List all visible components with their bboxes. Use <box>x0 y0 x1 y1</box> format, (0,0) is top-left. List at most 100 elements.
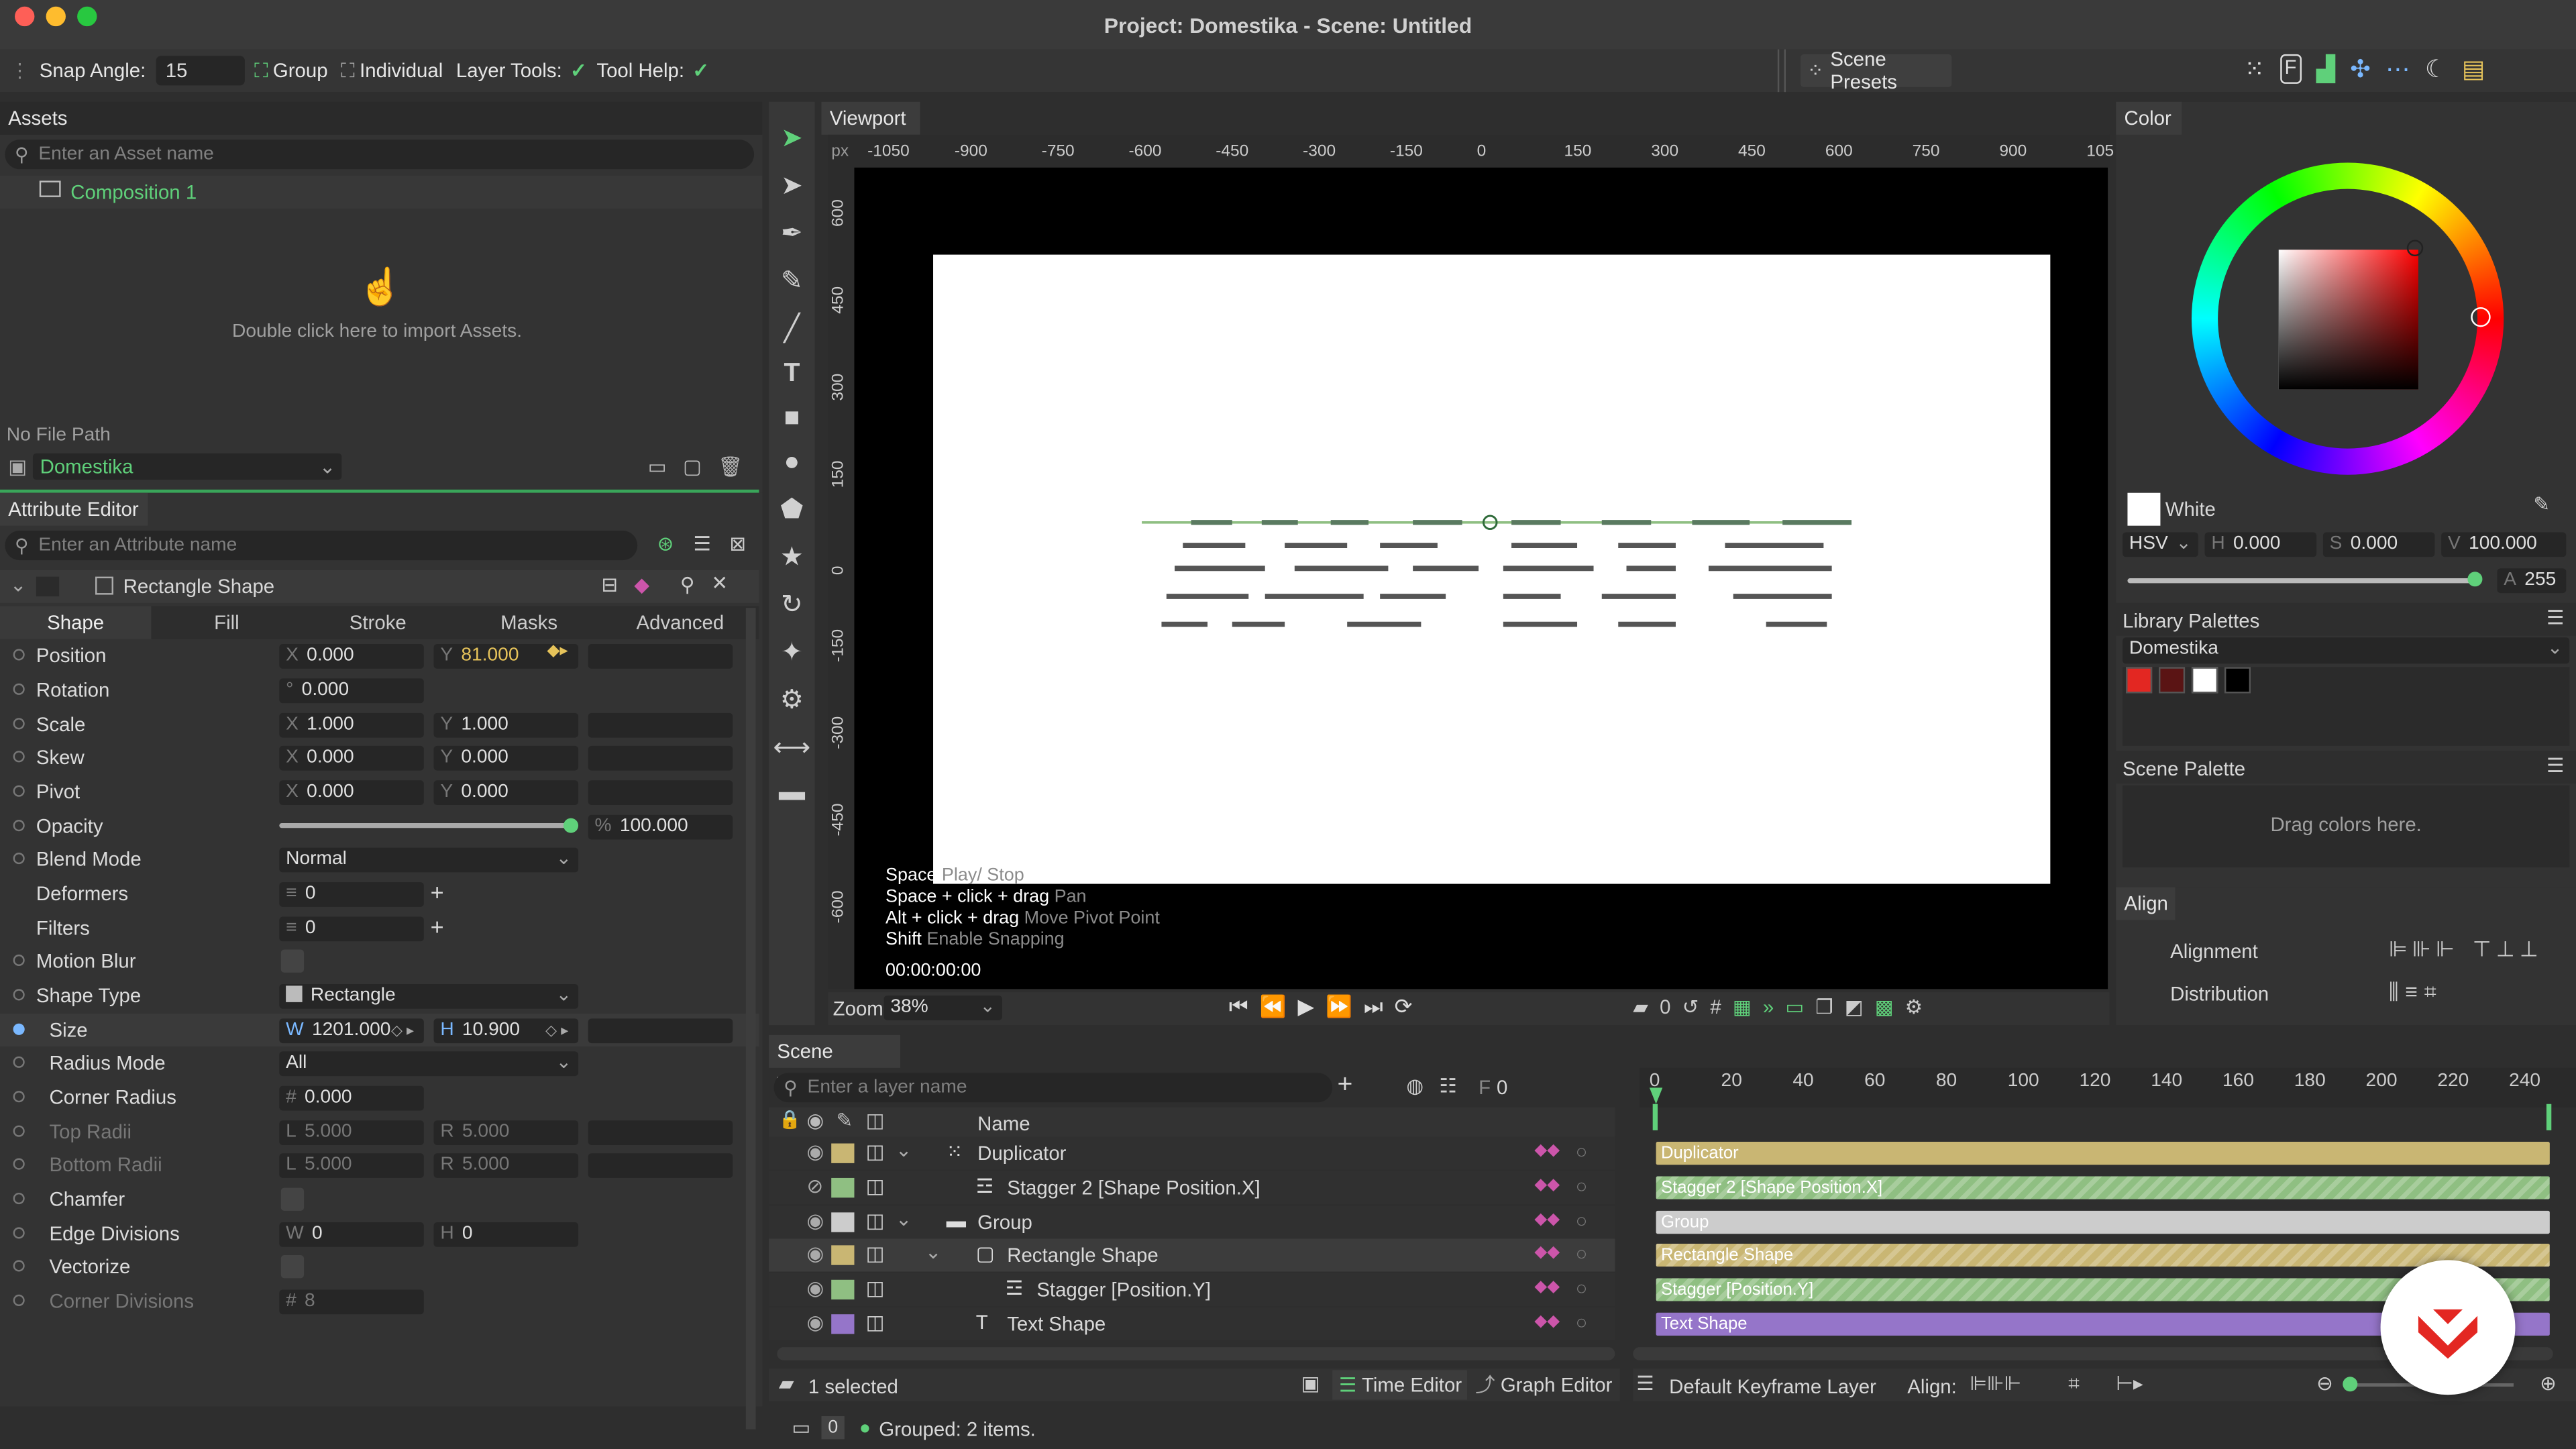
layer-color-chip[interactable] <box>831 1177 855 1197</box>
pencil-tool-icon[interactable]: ✎ <box>781 264 803 297</box>
keyframe-icon[interactable]: ◆◆ <box>1534 1142 1560 1160</box>
swatch-dark-red[interactable] <box>2158 667 2186 694</box>
add-filter-button[interactable]: + <box>431 914 444 940</box>
keyframe-toggle[interactable] <box>13 683 25 695</box>
layer-row[interactable]: ⊘ ◫ ☲ Stagger 2 [Shape Position.X] ◆◆ ○ <box>769 1171 1615 1204</box>
star-tool-icon[interactable]: ★ <box>780 541 804 574</box>
layer-track[interactable]: Group <box>1656 1210 2550 1234</box>
tab-shape[interactable]: Shape <box>0 606 152 639</box>
frame-value[interactable]: 0 <box>1497 1076 1507 1099</box>
swatch-white[interactable] <box>2191 667 2218 694</box>
focus-icon[interactable]: ▣ <box>1301 1372 1320 1395</box>
grid-toggle-icon[interactable]: # <box>1710 996 1721 1018</box>
snap-angle-input[interactable]: 15 <box>156 56 245 86</box>
ellipse-tool-icon[interactable]: ● <box>784 449 800 478</box>
viewport-canvas[interactable]: Space Play/ Stop Space + click + drag Pa… <box>854 167 2108 989</box>
shape-type-dropdown[interactable]: Rectangle ⌄ <box>279 983 579 1009</box>
keyframe-toggle[interactable] <box>13 718 25 730</box>
size-h-field[interactable]: H 10.900 ◇ ▸ <box>433 1018 579 1044</box>
chevron-down-icon[interactable]: ⌄ <box>896 1138 912 1161</box>
tab-advanced[interactable]: Advanced <box>604 606 755 639</box>
align-left-icon[interactable]: ⊫ <box>2389 936 2408 963</box>
first-frame-icon[interactable]: ⏮ <box>1229 994 1248 1020</box>
layer-row[interactable]: ◉ ◫ ⌄ ▬ Group ◆◆ ○ <box>769 1205 1615 1238</box>
arc-tool-icon[interactable]: ↻ <box>781 588 803 621</box>
layer-track[interactable]: Stagger 2 [Shape Position.X] <box>1656 1175 2550 1199</box>
onion-icon[interactable]: ↺ <box>1682 996 1699 1018</box>
scene-presets-button[interactable]: ⁘ Scene Presets <box>1801 48 1952 94</box>
align-middle-icon[interactable]: ⊥ <box>2496 936 2515 963</box>
keyframe-icon[interactable]: ◆◆ <box>1534 1313 1560 1331</box>
layer-color-chip[interactable] <box>831 1314 855 1334</box>
visibility-icon[interactable]: ◉ <box>806 1208 824 1231</box>
text-tool-icon[interactable]: T <box>784 360 800 389</box>
layer-tools-checkbox[interactable]: ✓ <box>570 59 587 82</box>
motion-blur-checkbox[interactable] <box>280 949 305 973</box>
attribute-search[interactable]: ⚲ Enter an Attribute name <box>5 531 638 561</box>
tab-stroke[interactable]: Stroke <box>303 606 453 639</box>
polygon-tool-icon[interactable]: ⬟ <box>780 493 803 526</box>
render-toggle-icon[interactable]: ◫ <box>866 1208 885 1231</box>
import-hint[interactable]: Double click here to import Assets. <box>0 322 754 341</box>
layer-row[interactable]: ◉ ◫ ⌄ ▢ Rectangle Shape ◆◆ ○ <box>769 1239 1615 1273</box>
composition-new-icon[interactable]: ▢ <box>683 455 702 478</box>
keyframe-icon[interactable]: ◆◆ <box>1534 1176 1560 1194</box>
scale-x-field[interactable]: X 1.000 <box>279 712 424 738</box>
add-deformer-button[interactable]: + <box>431 879 444 905</box>
layers-icon[interactable]: ❐ <box>1815 996 1833 1018</box>
keyframe-toggle[interactable] <box>13 1260 25 1272</box>
keyframe-toggle[interactable] <box>13 820 25 832</box>
solo-toggle-icon[interactable]: ○ <box>1576 1277 1588 1299</box>
keyframe-toggle[interactable] <box>13 1056 25 1068</box>
resize-tool-icon[interactable]: ⟷ <box>773 731 810 764</box>
work-area-end[interactable] <box>2546 1104 2552 1130</box>
render-toggle-icon[interactable]: ◫ <box>866 1311 885 1334</box>
color-picker-handle[interactable] <box>2406 239 2424 257</box>
asset-item[interactable]: Composition 1 <box>0 176 763 209</box>
skew-x-field[interactable]: X 0.000 <box>279 745 424 771</box>
align-icon[interactable]: ▟ <box>2316 54 2335 84</box>
keyframe-icon[interactable]: ◆◆ <box>1534 1279 1560 1297</box>
distribute-icon[interactable]: ✣ <box>2350 54 2371 84</box>
close-icon[interactable]: ✕ <box>711 572 728 594</box>
layer-row[interactable]: ◉ ◫ T Text Shape ◆◆ ○ <box>769 1307 1615 1341</box>
layer-color-chip[interactable] <box>831 1143 855 1163</box>
scene-palette-dropzone[interactable]: Drag colors here. <box>2123 785 2570 868</box>
chevron-down-icon[interactable]: ⌄ <box>896 1207 912 1230</box>
snap-icon[interactable]: ⊢▸ <box>2116 1372 2143 1395</box>
layers-scrollbar[interactable] <box>777 1347 1615 1360</box>
timeline-zoom-handle[interactable] <box>2343 1377 2358 1392</box>
swatch-red[interactable] <box>2126 667 2153 694</box>
zoom-out-icon[interactable]: ⊖ <box>2316 1372 2333 1395</box>
keyframe-icon[interactable]: ◆◆ <box>1534 1244 1560 1263</box>
solo-toggle-icon[interactable]: ○ <box>1576 1208 1588 1231</box>
vectorize-checkbox[interactable] <box>280 1255 305 1279</box>
keyframe-toggle[interactable] <box>13 1023 25 1035</box>
pin-icon[interactable]: ⚲ <box>680 574 695 596</box>
minimize-button[interactable] <box>46 6 66 27</box>
opacity-slider-handle[interactable] <box>564 818 579 833</box>
layer-search[interactable]: ⚲ Enter a layer name <box>773 1073 1333 1103</box>
corner-radius-field[interactable]: #0.000 <box>279 1085 424 1111</box>
safe-area-icon[interactable]: ▦ <box>1733 996 1752 1018</box>
checker-icon[interactable]: ▩ <box>1875 996 1894 1018</box>
value-field[interactable]: V 100.000 <box>2441 532 2567 557</box>
rounded-rect-tool-icon[interactable]: ▬ <box>779 779 805 808</box>
attribute-scrollbar[interactable] <box>745 608 756 1430</box>
render-toggle-icon[interactable]: ◫ <box>866 1175 885 1197</box>
layer-filter-icon[interactable]: ☷ <box>1439 1075 1456 1097</box>
render-toggle-icon[interactable]: ◫ <box>866 1242 885 1265</box>
motion-path-icon[interactable]: » <box>1763 996 1774 1018</box>
alpha-slider[interactable] <box>2127 578 2476 584</box>
trash-icon[interactable]: 🗑 <box>718 455 743 478</box>
keyframe-toggle[interactable] <box>13 785 25 797</box>
opacity-field[interactable]: % 100.000 <box>588 814 733 840</box>
library-dropdown[interactable]: Domestika ⌄ <box>2123 637 2570 664</box>
align-top-icon[interactable]: ⊤ <box>2473 936 2491 963</box>
position-x-field[interactable]: X 0.000 <box>279 644 424 669</box>
distribute-v-icon[interactable]: ≡ <box>2405 979 2418 1006</box>
solo-toggle-icon[interactable]: ○ <box>1576 1311 1588 1334</box>
solo-toggle-icon[interactable]: ○ <box>1576 1175 1588 1197</box>
align-keys-left-icon[interactable]: ⊫⊪⊩ <box>1970 1372 2021 1395</box>
menu-icon[interactable]: ☰ <box>2546 754 2564 777</box>
